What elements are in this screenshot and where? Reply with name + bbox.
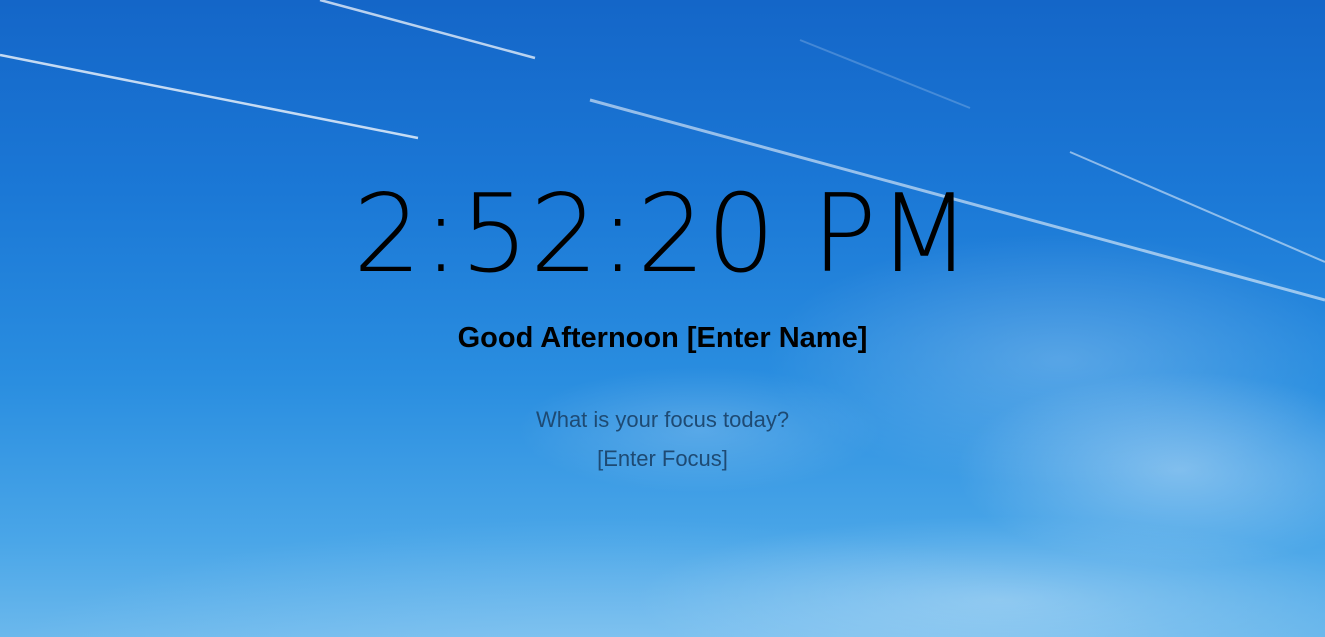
greeting-salutation: Good Afternoon <box>457 322 679 354</box>
name-input[interactable]: [Enter Name] <box>687 322 868 354</box>
focus-prompt: What is your focus today? <box>535 407 790 432</box>
greeting: Good Afternoon [Enter Name] <box>0 318 1325 358</box>
clock-display: 2:52:20 PM <box>353 172 972 297</box>
main-content: 2:52:20 PM Good Afternoon [Enter Name] W… <box>0 0 1325 637</box>
focus-input[interactable]: [Enter Focus] <box>0 444 1325 474</box>
